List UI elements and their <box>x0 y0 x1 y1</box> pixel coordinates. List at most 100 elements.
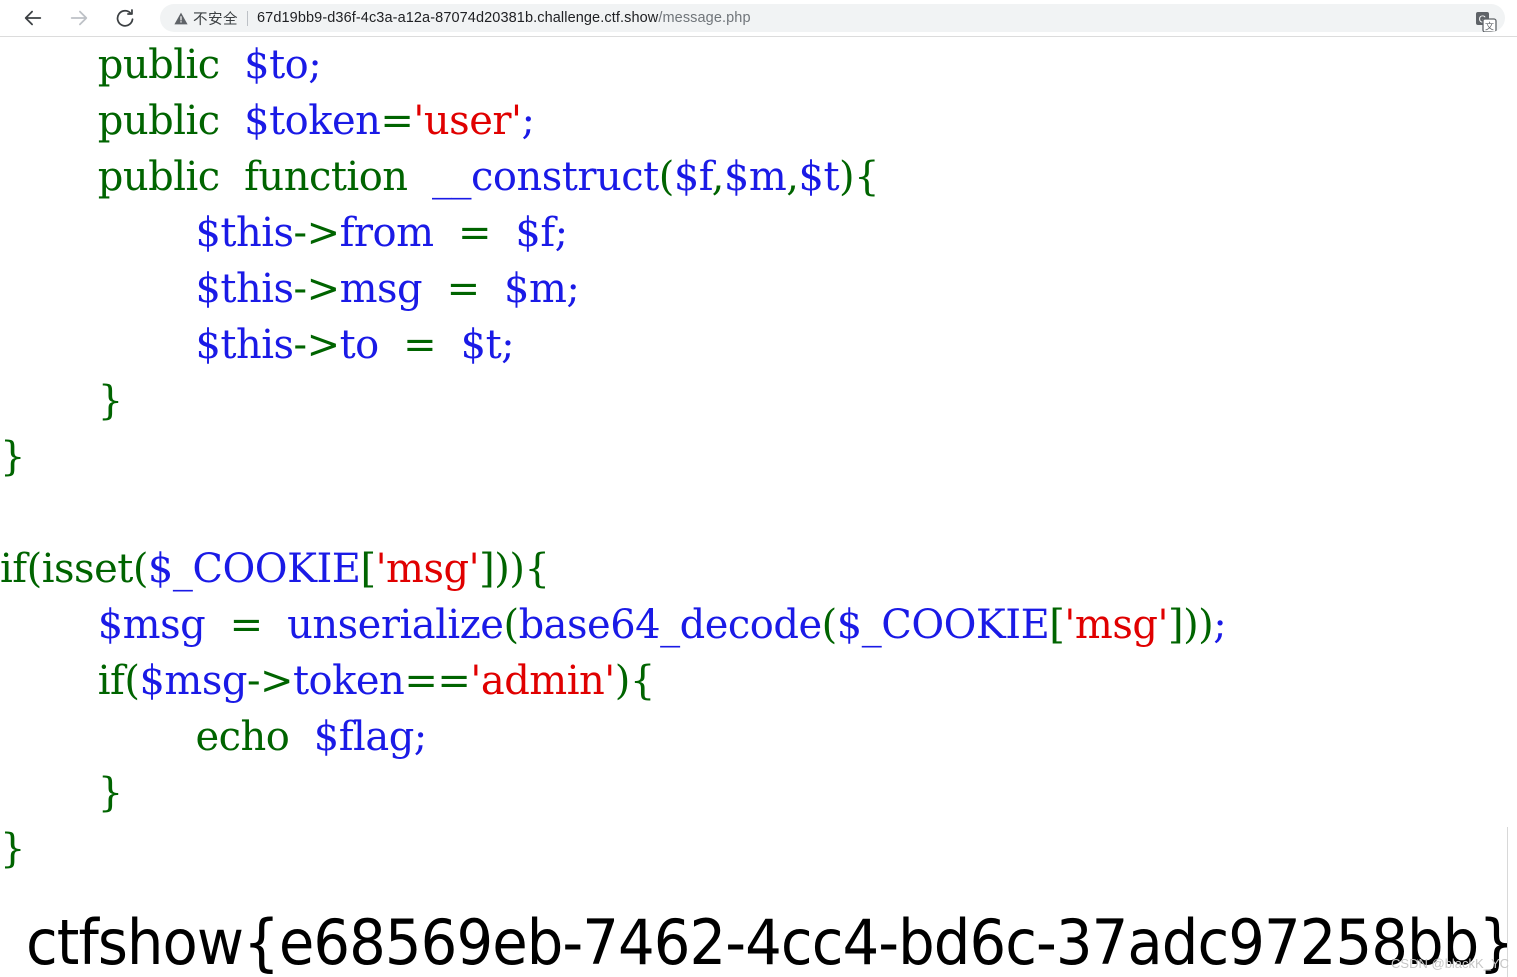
flag-output: ctfshow{e68569eb-7462-4cc4-bd6c-37adc972… <box>26 906 1515 977</box>
code-token: $f <box>673 154 712 200</box>
code-token: ( <box>658 154 675 200</box>
code-token: )) <box>1183 602 1214 648</box>
code-token: { <box>629 658 655 704</box>
code-token: ( <box>26 546 43 592</box>
code-token: ) <box>614 658 631 704</box>
code-token: $m <box>504 266 567 312</box>
code-line: $this->to = $t; <box>0 317 1226 373</box>
code-token: public <box>97 42 220 88</box>
code-token: ( <box>124 658 140 704</box>
code-token: ( <box>503 602 519 648</box>
code-token: -> <box>246 658 294 704</box>
security-status-label: 不安全 <box>193 11 238 28</box>
code-line: $this->msg = $m; <box>0 261 1226 317</box>
url-display[interactable]: 67d19bb9-d36f-4c3a-a12a-87074d20381b.cha… <box>257 10 751 26</box>
arrow-left-icon <box>22 7 44 29</box>
code-token: ( <box>821 602 838 648</box>
code-line <box>0 485 1226 541</box>
code-token: { <box>854 154 880 200</box>
url-path: /message.php <box>658 10 751 26</box>
code-token: , <box>711 154 725 200</box>
code-token: $m <box>723 154 787 200</box>
code-token: $msg <box>139 658 247 704</box>
code-token: -> <box>293 266 341 312</box>
code-token: = <box>229 602 264 648</box>
code-token: ) <box>839 154 855 200</box>
code-token: ; <box>1213 602 1227 648</box>
code-token: token <box>292 658 405 704</box>
vertical-scrollbar[interactable] <box>1507 827 1508 977</box>
code-token: [ <box>360 546 376 592</box>
code-token: } <box>0 434 25 480</box>
code-token: public <box>97 98 220 144</box>
code-token: ; <box>566 266 580 312</box>
code-line: } <box>0 765 1226 821</box>
reload-button[interactable] <box>108 1 142 35</box>
code-token: if <box>97 658 125 704</box>
code-token: = <box>380 98 414 144</box>
code-token: == <box>404 658 471 704</box>
code-token: isset <box>41 546 134 592</box>
code-token: to <box>339 322 380 368</box>
code-token: ; <box>521 98 535 144</box>
forward-button[interactable] <box>62 1 96 35</box>
code-token: msg <box>339 266 423 312</box>
code-token: from <box>339 210 434 256</box>
code-token: , <box>786 154 799 200</box>
code-line: $this->from = $f; <box>0 205 1226 261</box>
code-token: ( <box>132 546 149 592</box>
code-token: $_COOKIE <box>836 602 1050 648</box>
reload-icon <box>114 7 136 29</box>
code-token: ; <box>308 42 322 88</box>
code-line: } <box>0 373 1226 429</box>
code-token: )) <box>494 546 525 592</box>
code-token: ] <box>479 546 495 592</box>
php-source-listing: public $to; public $token='user'; public… <box>0 37 1227 877</box>
code-token: __construct <box>432 154 659 200</box>
back-button[interactable] <box>16 1 50 35</box>
code-line: if(isset($_COOKIE['msg'])){ <box>0 541 1226 597</box>
page-content: public $to; public $token='user'; public… <box>0 37 1517 977</box>
code-token: $this <box>195 210 294 256</box>
url-host: 67d19bb9-d36f-4c3a-a12a-87074d20381b.cha… <box>257 10 659 26</box>
code-line: echo $flag; <box>0 709 1226 765</box>
code-line: $msg = unserialize(base64_decode($_COOKI… <box>0 597 1227 653</box>
code-token: $token <box>244 98 381 144</box>
code-token: $flag <box>313 714 415 760</box>
code-token: 'msg' <box>1064 602 1168 648</box>
security-status-chip[interactable]: 不安全 <box>174 8 238 29</box>
watermark-label: CSDN @blackK_YC <box>1391 956 1509 971</box>
translate-icon[interactable]: G 文 <box>1475 11 1497 32</box>
code-token: if <box>0 546 27 592</box>
code-line: } <box>0 821 1226 877</box>
code-token: $this <box>195 322 294 368</box>
browser-toolbar: 不安全 67d19bb9-d36f-4c3a-a12a-87074d20381b… <box>0 0 1517 37</box>
code-token: unserialize <box>287 602 504 648</box>
code-token: $t <box>460 322 502 368</box>
address-bar[interactable]: 不安全 67d19bb9-d36f-4c3a-a12a-87074d20381b… <box>160 4 1505 32</box>
code-token: public <box>97 154 220 200</box>
code-token: $f <box>515 210 555 256</box>
code-token: function <box>244 154 408 200</box>
code-token: 'admin' <box>470 658 615 704</box>
code-line: } <box>0 429 1226 485</box>
warning-triangle-icon <box>174 12 188 25</box>
